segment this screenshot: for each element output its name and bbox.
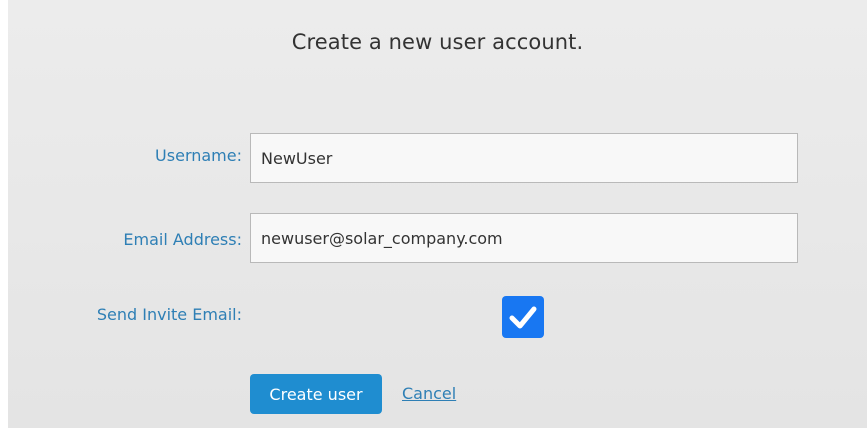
send-invite-label: Send Invite Email: (96, 305, 242, 324)
page-title: Create a new user account. (291, 30, 584, 54)
create-user-button[interactable]: Create user (250, 374, 382, 414)
send-invite-checkbox[interactable] (502, 296, 544, 338)
create-user-panel: Create a new user account. Username: Ema… (8, 0, 867, 428)
cancel-link[interactable]: Cancel (402, 384, 456, 403)
email-label: Email Address: (123, 230, 242, 249)
username-label: Username: (155, 146, 242, 165)
email-input[interactable] (250, 213, 798, 263)
checkmark-icon (509, 306, 537, 329)
username-input[interactable] (250, 133, 798, 183)
